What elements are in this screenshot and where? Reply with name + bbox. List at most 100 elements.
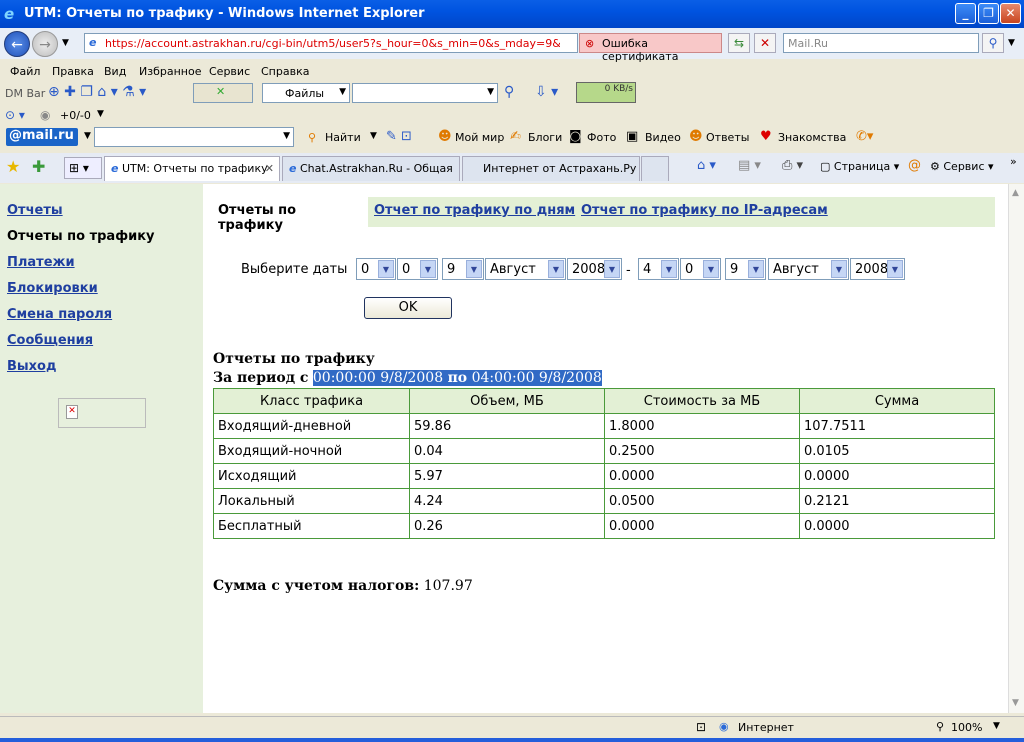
from-day-select[interactable]: 9 ▼ xyxy=(442,258,484,280)
url-field[interactable]: e https://account.astrakhan.ru/cgi-bin/ut… xyxy=(84,33,578,53)
answers-link[interactable]: Ответы xyxy=(706,131,749,144)
search-options-icon[interactable]: ▼ xyxy=(1008,38,1015,48)
refresh-button[interactable]: ⇆ xyxy=(728,33,750,53)
menu-file[interactable]: Файл xyxy=(10,65,40,78)
new-tab[interactable] xyxy=(641,156,669,181)
close-button[interactable]: ✕ xyxy=(1000,3,1021,24)
tab-chat[interactable]: e Chat.Astrakhan.Ru - Общая xyxy=(282,156,460,181)
sidebar-item-messages[interactable]: Сообщения xyxy=(7,333,93,348)
taskbar xyxy=(0,738,1024,742)
to-hour-select[interactable]: 4 ▼ xyxy=(638,258,679,280)
tab-bar: ★ ✚ ⊞ ▾ e UTM: Отчеты по трафику ✕ e Chat… xyxy=(0,153,1024,183)
to-minute-select[interactable]: 0 ▼ xyxy=(680,258,721,280)
to-month-select[interactable]: Август ▼ xyxy=(768,258,849,280)
speed-meter: 0 KB/s xyxy=(576,82,636,103)
sidebar-item-change-password[interactable]: Смена пароля xyxy=(7,307,112,322)
menu-favorites[interactable]: Избранное xyxy=(139,65,201,78)
find-dropdown-icon[interactable]: ▼ xyxy=(370,131,377,141)
add-favorite-icon[interactable]: ✚ xyxy=(32,157,45,176)
title-bar: e UTM: Отчеты по трафику - Windows Inter… xyxy=(0,0,1024,28)
mailru-logo[interactable]: @mail.ru xyxy=(6,128,78,146)
stop-button[interactable]: ✕ xyxy=(754,33,776,53)
vertical-scrollbar[interactable]: ▲ ▼ xyxy=(1008,184,1024,713)
table-header-row: Класс трафика Объем, МБ Стоимость за МБ … xyxy=(213,388,995,414)
dm-search-icon[interactable]: ⚲ xyxy=(504,84,514,100)
page-menu[interactable]: ▢ Страница ▾ xyxy=(820,160,899,173)
blogs-link[interactable]: Блоги xyxy=(528,131,562,144)
print-icon[interactable]: ⎙ ▾ xyxy=(782,158,803,173)
table-row: Локальный 4.24 0.0500 0.2121 xyxy=(213,488,995,514)
pencil-icon[interactable]: ✎ ⊡ xyxy=(386,129,412,144)
quick-tabs-button[interactable]: ⊞ ▾ xyxy=(64,157,102,179)
protected-mode-icon: ⊡ xyxy=(696,720,707,734)
menu-help[interactable]: Справка xyxy=(261,65,309,78)
mailru-search-input[interactable]: ▼ xyxy=(94,127,294,147)
scroll-down-icon[interactable]: ▼ xyxy=(1012,698,1019,708)
to-year-select[interactable]: 2008 ▼ xyxy=(850,258,905,280)
ok-button[interactable]: OK xyxy=(364,297,452,319)
video-icon: ▣ xyxy=(626,129,639,144)
find-icon: ⚲ xyxy=(308,131,317,144)
cert-error-icon: ⊗ xyxy=(585,37,595,50)
moy-mir-link[interactable]: Мой мир xyxy=(455,131,504,144)
tools-menu[interactable]: ⚙ Сервис ▾ xyxy=(930,160,994,173)
download-icon[interactable]: ⇩ ▾ xyxy=(535,84,558,100)
dm-search-input[interactable]: ▼ xyxy=(352,83,498,103)
to-day-select[interactable]: 9 ▼ xyxy=(725,258,766,280)
from-minute-select[interactable]: 0 ▼ xyxy=(397,258,438,280)
forward-button[interactable]: → xyxy=(32,31,58,57)
sidebar-item-logout[interactable]: Выход xyxy=(7,359,56,374)
tab-utm-report[interactable]: e UTM: Отчеты по трафику ✕ xyxy=(104,156,280,181)
from-hour-select[interactable]: 0 ▼ xyxy=(356,258,396,280)
history-dropdown-icon[interactable]: ▼ xyxy=(62,38,69,48)
video-link[interactable]: Видео xyxy=(645,131,681,144)
col-header-class: Класс трафика xyxy=(213,388,410,414)
photo-link[interactable]: Фото xyxy=(587,131,616,144)
toolbar-icons[interactable]: ⊕ ✚ ❐ ⌂ ▾ ⚗ ▾ xyxy=(48,84,146,100)
certificate-error[interactable]: ⊗ Ошибка сертификата xyxy=(579,33,722,63)
home-icon[interactable]: ⌂ ▾ xyxy=(697,158,716,173)
link-ip-report[interactable]: Отчет по трафику по IP-адресам xyxy=(581,203,828,218)
sidebar-item-blocks[interactable]: Блокировки xyxy=(7,281,98,296)
gear-icon[interactable]: ⊙ ▾ xyxy=(5,108,25,122)
zoom-dropdown-icon[interactable]: ▼ xyxy=(993,721,1000,731)
minimize-button[interactable]: _ xyxy=(955,3,976,24)
settings-icon[interactable]: ✆▾ xyxy=(856,129,873,144)
menu-edit[interactable]: Правка xyxy=(52,65,94,78)
sidebar-item-payments[interactable]: Платежи xyxy=(7,255,75,270)
menu-tools[interactable]: Сервис xyxy=(209,65,250,78)
back-button[interactable]: ← xyxy=(4,31,30,57)
chevron-down-icon: ▼ xyxy=(548,260,564,278)
scroll-up-icon[interactable]: ▲ xyxy=(1012,188,1019,198)
files-select[interactable]: Файлы ▼ xyxy=(262,83,350,103)
counter-dropdown-icon[interactable]: ▼ xyxy=(97,109,104,119)
mailru-dropdown-icon[interactable]: ▼ xyxy=(84,131,91,141)
tab-internet[interactable]: Интернет от Астрахань.Ру ... xyxy=(462,156,640,181)
maximize-button[interactable]: ❐ xyxy=(978,3,999,24)
table-row: Бесплатный 0.26 0.0000 0.0000 xyxy=(213,513,995,539)
favorites-star-icon[interactable]: ★ xyxy=(6,157,20,176)
tab-close-icon[interactable]: ✕ xyxy=(265,162,274,175)
from-year-select[interactable]: 2008 ▼ xyxy=(567,258,622,280)
mail-icon[interactable]: @ xyxy=(908,158,921,173)
traffic-table: Класс трафика Объем, МБ Стоимость за МБ … xyxy=(213,388,995,539)
find-button[interactable]: Найти xyxy=(325,131,361,144)
chevron-more-icon[interactable]: » xyxy=(1010,155,1017,168)
connection-indicator[interactable]: ✕ xyxy=(193,83,253,103)
search-input[interactable]: Mail.Ru xyxy=(783,33,979,53)
link-daily-report[interactable]: Отчет по трафику по дням xyxy=(374,203,575,218)
sidebar-item-traffic-reports: Отчеты по трафику xyxy=(7,229,155,244)
table-row: Входящий-дневной 59.86 1.8000 107.7511 xyxy=(213,413,995,439)
search-icon[interactable]: ⚲ xyxy=(982,33,1004,53)
report-period: За период с 00:00:00 9/8/2008 по 04:00:0… xyxy=(213,370,602,386)
menu-view[interactable]: Вид xyxy=(104,65,126,78)
from-month-select[interactable]: Август ▼ xyxy=(485,258,566,280)
zoom-level[interactable]: 100% xyxy=(951,721,982,734)
people-icon: ☻ xyxy=(438,129,452,144)
feeds-icon[interactable]: ▤ ▾ xyxy=(738,158,761,173)
chevron-down-icon: ▼ xyxy=(466,260,482,278)
tab-traffic-reports: Отчеты по трафику xyxy=(210,197,368,233)
sidebar-item-reports[interactable]: Отчеты xyxy=(7,203,63,218)
chevron-down-icon: ▼ xyxy=(604,260,620,278)
dating-link[interactable]: Знакомства xyxy=(778,131,846,144)
